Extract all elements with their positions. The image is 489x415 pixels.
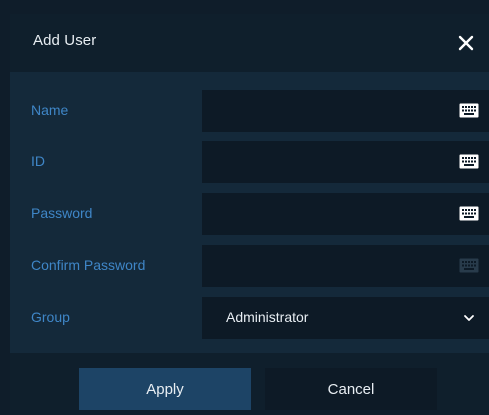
- dialog-titlebar: Add User: [10, 14, 489, 72]
- group-selected-value: Administrator: [226, 309, 309, 325]
- password-field[interactable]: [202, 193, 489, 235]
- confirm-password-field[interactable]: [202, 245, 489, 287]
- name-field[interactable]: [202, 90, 489, 132]
- dialog-title: Add User: [33, 32, 97, 49]
- password-input[interactable]: [202, 193, 466, 235]
- name-row: Name: [10, 90, 489, 132]
- id-row: ID: [10, 141, 489, 183]
- group-row: Group Administrator: [10, 297, 489, 339]
- password-label: Password: [31, 205, 93, 221]
- id-field[interactable]: [202, 141, 489, 183]
- confirm-password-input[interactable]: [202, 245, 466, 287]
- keyboard-icon[interactable]: [459, 102, 479, 119]
- apply-button[interactable]: Apply: [79, 368, 251, 410]
- confirm-password-row: Confirm Password: [10, 245, 489, 287]
- name-input[interactable]: [202, 90, 466, 132]
- keyboard-icon[interactable]: [459, 153, 479, 170]
- add-user-dialog: Add User Name ID Password Confirm Passwo…: [10, 14, 489, 415]
- close-button[interactable]: [451, 28, 481, 58]
- password-row: Password: [10, 193, 489, 235]
- group-label: Group: [31, 309, 70, 325]
- chevron-down-icon: [464, 315, 474, 321]
- id-input[interactable]: [202, 141, 466, 183]
- confirm-password-label: Confirm Password: [31, 257, 146, 273]
- dialog-footer: Apply Cancel: [10, 353, 489, 415]
- id-label: ID: [31, 153, 45, 169]
- cancel-button[interactable]: Cancel: [265, 368, 437, 410]
- group-select[interactable]: Administrator: [202, 297, 489, 339]
- keyboard-icon[interactable]: [459, 205, 479, 222]
- keyboard-icon: [459, 258, 479, 273]
- close-icon: [458, 35, 474, 51]
- name-label: Name: [31, 102, 69, 118]
